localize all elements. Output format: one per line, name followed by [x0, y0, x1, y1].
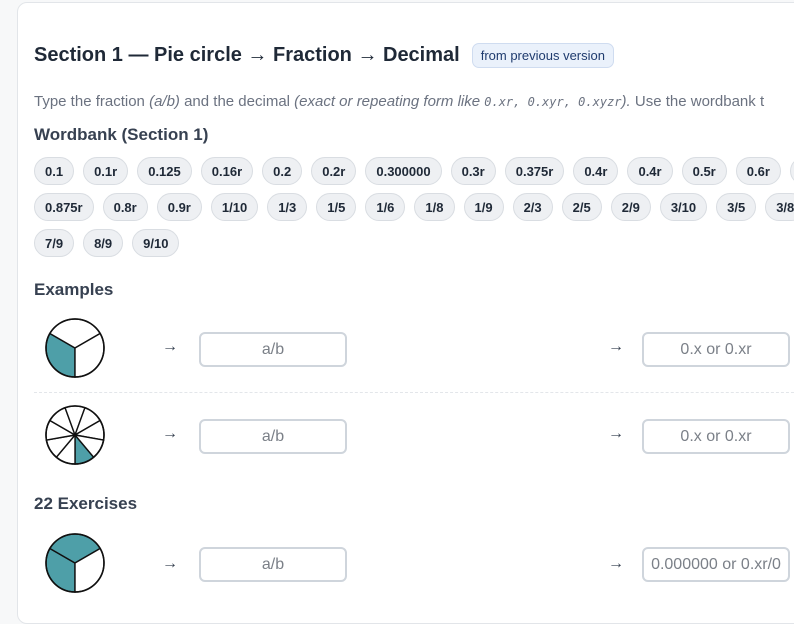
wordbank-chip[interactable]: 1/6 [365, 193, 406, 221]
wordbank-heading: Wordbank (Section 1) [34, 125, 209, 144]
instructions-text: Type the fraction (a/b) and the decimal … [34, 93, 764, 110]
instructions-part: (exact or repeating form like [294, 93, 485, 110]
wordbank-chip[interactable]: 0.4r [573, 157, 619, 185]
version-badge: from previous version [471, 43, 614, 68]
wordbank-chip[interactable]: 0.1r [83, 157, 129, 185]
wordbank-chip[interactable]: 0.3r [450, 157, 496, 185]
decimal-input[interactable] [642, 419, 790, 454]
section-header: Section 1 — Pie circle → Fraction → Deci… [34, 43, 614, 68]
pie-circle [45, 405, 105, 465]
wordbank-row-2: 0.875r 0.8r 0.9r 1/10 1/3 1/5 1/6 1/8 1/9 2/3 2/5 2… [34, 193, 794, 221]
instructions-part: Use the wordbank t [630, 93, 765, 110]
wordbank-chip[interactable]: 0.6r [735, 157, 781, 185]
wordbank-chip[interactable]: 0.5r [681, 157, 727, 185]
section-card: Section 1 — Pie circle → Fraction → Deci… [17, 2, 794, 624]
instructions-code: 0.xr, 0.xyr, 0.xyzr [484, 95, 622, 109]
wordbank-chip[interactable]: 3/10 [659, 193, 708, 221]
wordbank-chip[interactable]: 3/8 [765, 193, 794, 221]
instructions-part: and the decimal [179, 93, 295, 110]
exercise-row: → → [34, 521, 794, 601]
wordbank-chip[interactable]: 1/3 [267, 193, 308, 221]
wordbank-chip[interactable]: 2/5 [561, 193, 602, 221]
arrow-icon: → [608, 555, 624, 572]
fraction-input[interactable] [199, 547, 347, 582]
wordbank-chip[interactable]: 1/10 [210, 193, 259, 221]
fraction-input[interactable] [199, 332, 347, 367]
wordbank-chip[interactable]: 0.2r [311, 157, 357, 185]
row-divider [34, 392, 794, 393]
decimal-input[interactable] [642, 547, 790, 582]
wordbank-chip[interactable]: 0.125 [137, 157, 192, 185]
wordbank-chip[interactable]: 0.8r [102, 193, 148, 221]
wordbank-chip[interactable]: 2/3 [512, 193, 553, 221]
wordbank-chip[interactable]: 0.1 [34, 157, 75, 185]
arrow-icon: → [162, 555, 178, 572]
wordbank-chip[interactable]: 0.4r [627, 157, 673, 185]
wordbank-chip[interactable]: 0.16r [200, 157, 254, 185]
wordbank-chip[interactable]: 0.375r [504, 157, 565, 185]
instructions-part: ). [621, 93, 631, 110]
arrow-icon: → [608, 338, 624, 355]
wordbank-chip[interactable]: 1/8 [414, 193, 455, 221]
wordbank-chip[interactable]: 1/9 [463, 193, 504, 221]
decimal-input[interactable] [642, 332, 790, 367]
pie-circle [45, 533, 105, 593]
wordbank-chip[interactable]: 3/5 [716, 193, 757, 221]
fraction-input[interactable] [199, 419, 347, 454]
wordbank-chip[interactable]: 0.2 [262, 157, 303, 185]
wordbank-chip[interactable]: 1/5 [316, 193, 357, 221]
exercises-heading: 22 Exercises [34, 494, 138, 513]
wordbank-row-3: 7/9 8/9 9/10 [34, 229, 188, 257]
wordbank-chip[interactable]: 0.875r [34, 193, 94, 221]
instructions-part: Type the fraction [34, 93, 150, 110]
wordbank-chip[interactable]: 9/10 [132, 229, 180, 257]
wordbank-chip[interactable]: 0.300000 [365, 157, 442, 185]
arrow-icon: → [162, 338, 178, 355]
wordbank-chip[interactable]: 0.9r [156, 193, 202, 221]
section-title: Section 1 — Pie circle → Fraction → Deci… [34, 44, 460, 66]
instructions-fraction-hint: (a/b) [149, 93, 180, 110]
examples-heading: Examples [34, 280, 114, 299]
arrow-icon: → [162, 425, 178, 442]
wordbank-row-1: 0.1 0.1r 0.125 0.16r 0.2 0.2r 0.300000 0.3r 0.37… [34, 157, 794, 185]
wordbank-chip[interactable]: 7/9 [34, 229, 75, 257]
example-row: → → [34, 395, 794, 475]
wordbank-chip[interactable]: 8/9 [83, 229, 124, 257]
example-row: → → [34, 308, 794, 388]
pie-circle [45, 318, 105, 378]
instructions-decimal-hint: (exact or repeating form like 0.xr, 0.xy… [294, 93, 631, 110]
arrow-icon: → [608, 425, 624, 442]
wordbank-chip[interactable]: 2/9 [610, 193, 651, 221]
wordbank-chip[interactable]: 0.625 [789, 157, 794, 185]
